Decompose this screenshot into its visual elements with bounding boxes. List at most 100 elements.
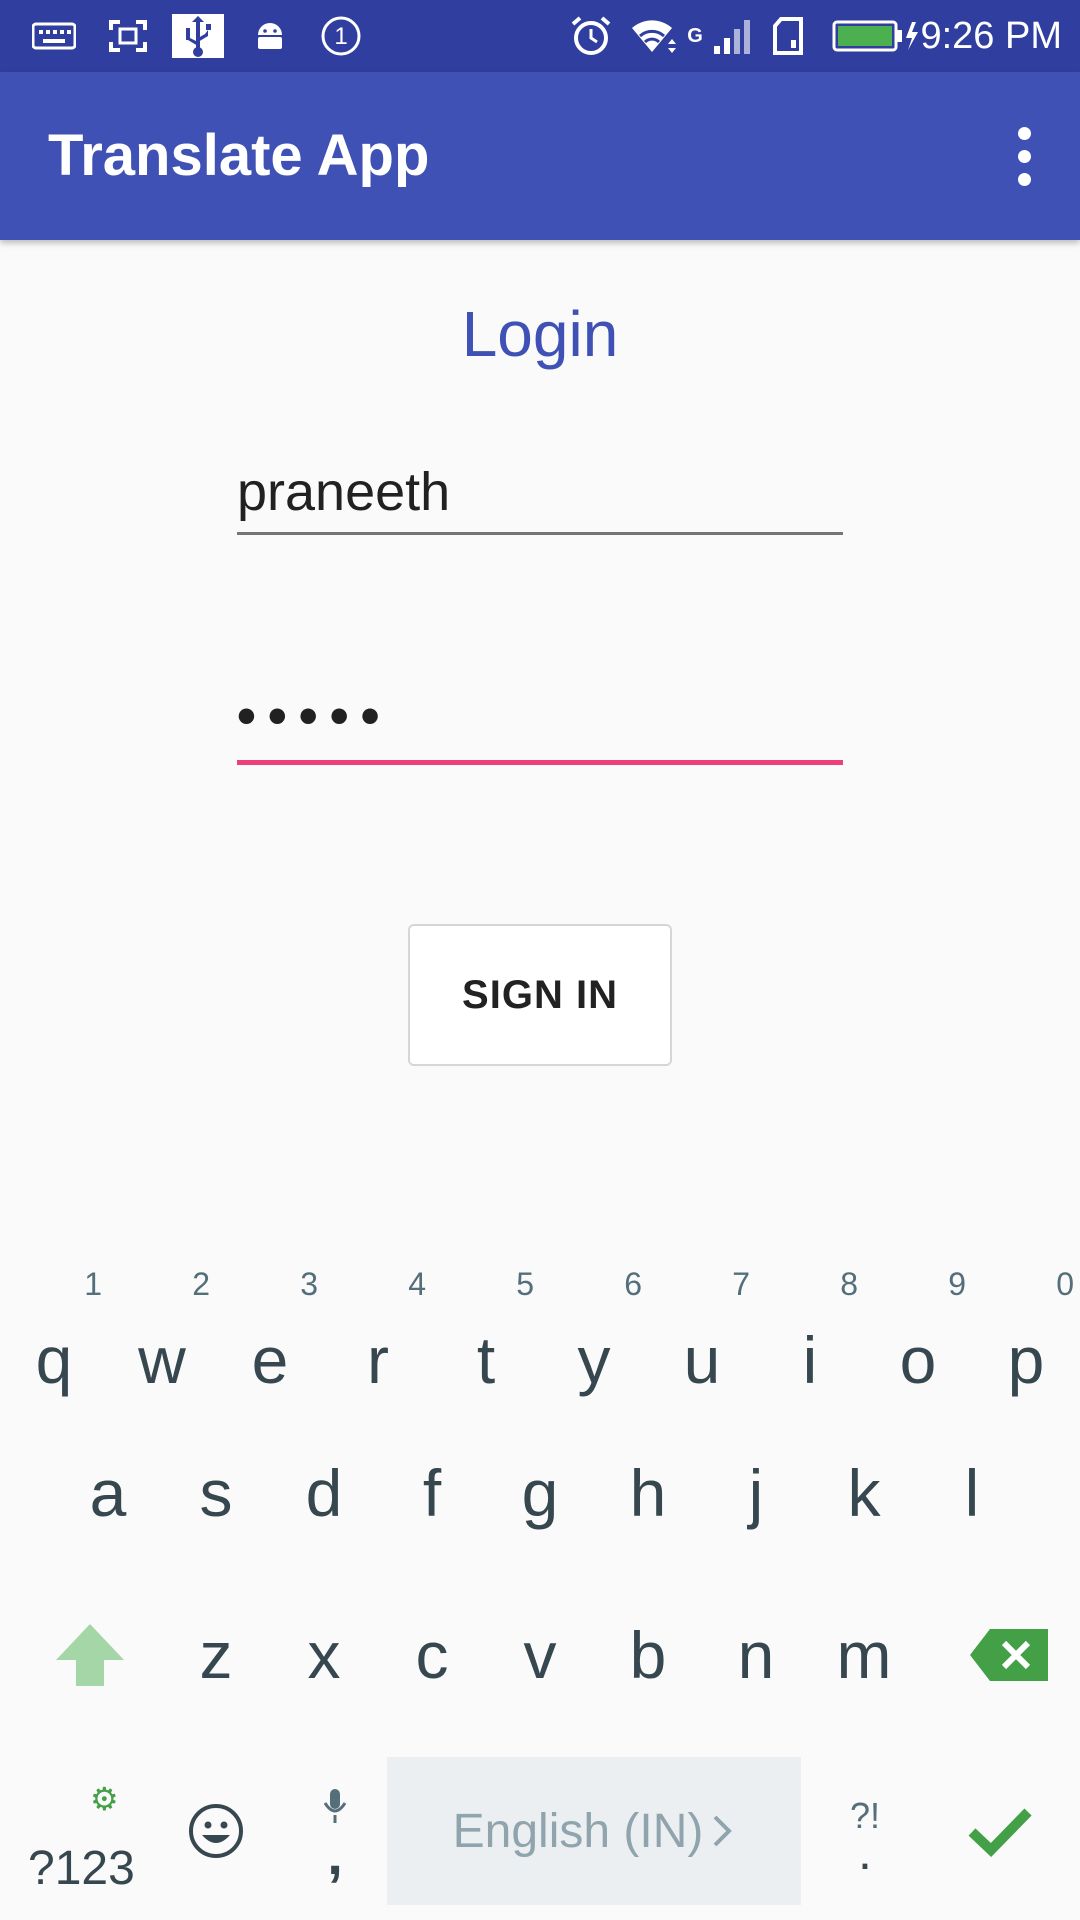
key-letter: p	[1007, 1323, 1045, 1397]
key-hint: 1	[84, 1266, 102, 1302]
key-r[interactable]: 4r	[324, 1252, 432, 1412]
status-time: 9:26 PM	[920, 15, 1062, 57]
key-letter: v	[523, 1618, 557, 1692]
password-underline-focused	[237, 760, 843, 765]
key-letter: k	[847, 1456, 881, 1530]
key-letter: u	[683, 1323, 721, 1397]
key-letter: i	[802, 1323, 818, 1397]
screenshot-icon	[104, 14, 152, 58]
status-bar: 1 G 9:26 PM	[0, 0, 1080, 72]
key-letter: n	[737, 1618, 775, 1692]
comma-key-label: ,	[327, 1823, 343, 1886]
login-title: Login	[461, 298, 619, 370]
emoji-icon[interactable]	[166, 1757, 266, 1905]
shift-icon[interactable]	[30, 1574, 150, 1736]
key-g[interactable]: g	[486, 1412, 594, 1574]
key-letter: e	[251, 1323, 289, 1397]
key-l[interactable]: l	[918, 1412, 1026, 1574]
soft-keyboard: 1q2w3e4r5t6y7u8i9o0p asdfghjkl zxcvbnm ⚙…	[0, 1252, 1080, 1920]
sim-icon	[768, 14, 808, 58]
space-bar[interactable]: English (IN)	[387, 1757, 801, 1905]
username-field[interactable]: praneeth	[237, 456, 843, 536]
key-hint: 8	[840, 1266, 858, 1302]
chevron-right-icon	[713, 1815, 733, 1847]
key-letter: m	[836, 1618, 892, 1692]
key-c[interactable]: c	[378, 1574, 486, 1736]
key-letter: b	[629, 1618, 667, 1692]
comma-key[interactable]: ,	[290, 1757, 380, 1905]
key-letter: s	[199, 1456, 233, 1530]
svg-text:1: 1	[334, 23, 347, 50]
notification-count-icon: 1	[318, 14, 364, 58]
key-letter: c	[415, 1618, 449, 1692]
wifi-icon	[628, 14, 678, 58]
key-k[interactable]: k	[810, 1412, 918, 1574]
key-hint: 0	[1056, 1266, 1074, 1302]
key-letter: q	[35, 1323, 73, 1397]
key-b[interactable]: b	[594, 1574, 702, 1736]
key-letter: y	[577, 1323, 611, 1397]
key-letter: z	[199, 1618, 233, 1692]
key-letter: j	[748, 1456, 764, 1530]
alarm-icon	[568, 14, 614, 58]
app-bar: Translate App	[0, 72, 1080, 240]
app-title: Translate App	[48, 123, 430, 188]
settings-gear-icon: ⚙	[90, 1781, 119, 1817]
overflow-menu-icon[interactable]	[1002, 122, 1046, 190]
key-letter: g	[521, 1456, 559, 1530]
usb-icon	[172, 14, 224, 58]
cellular-signal-icon	[708, 14, 756, 58]
key-letter: x	[307, 1618, 341, 1692]
key-letter: w	[138, 1323, 186, 1397]
key-n[interactable]: n	[702, 1574, 810, 1736]
key-e[interactable]: 3e	[216, 1252, 324, 1412]
key-p[interactable]: 0p	[972, 1252, 1080, 1412]
key-f[interactable]: f	[378, 1412, 486, 1574]
key-m[interactable]: m	[810, 1574, 918, 1736]
key-hint: 6	[624, 1266, 642, 1302]
key-letter: a	[89, 1456, 127, 1530]
key-hint: 9	[948, 1266, 966, 1302]
password-field[interactable]: •••••	[237, 684, 843, 766]
symbols-key[interactable]: ⚙ ?123	[20, 1742, 140, 1912]
symbols-key-label: ?123	[28, 1842, 135, 1895]
key-letter: o	[899, 1323, 937, 1397]
data-type-label: G	[687, 24, 703, 47]
key-o[interactable]: 9o	[864, 1252, 972, 1412]
key-t[interactable]: 5t	[432, 1252, 540, 1412]
key-u[interactable]: 7u	[648, 1252, 756, 1412]
keyboard-icon	[26, 14, 82, 58]
key-letter: f	[422, 1456, 442, 1530]
android-icon	[250, 14, 290, 58]
punctuation-key-bottom: .	[858, 1824, 872, 1880]
key-hint: 5	[516, 1266, 534, 1302]
key-d[interactable]: d	[270, 1412, 378, 1574]
key-w[interactable]: 2w	[108, 1252, 216, 1412]
username-underline	[237, 532, 843, 535]
key-s[interactable]: s	[162, 1412, 270, 1574]
key-i[interactable]: 8i	[756, 1252, 864, 1412]
key-x[interactable]: x	[270, 1574, 378, 1736]
battery-charging-icon	[832, 14, 922, 58]
key-letter: l	[964, 1456, 980, 1530]
key-v[interactable]: v	[486, 1574, 594, 1736]
username-value: praneeth	[237, 462, 451, 522]
space-bar-label: English (IN)	[452, 1804, 704, 1858]
key-letter: d	[305, 1456, 343, 1530]
password-value: •••••	[237, 686, 392, 746]
key-q[interactable]: 1q	[0, 1252, 108, 1412]
microphone-icon	[323, 1789, 347, 1823]
key-z[interactable]: z	[162, 1574, 270, 1736]
key-j[interactable]: j	[702, 1412, 810, 1574]
key-h[interactable]: h	[594, 1412, 702, 1574]
key-letter: t	[476, 1323, 496, 1397]
key-letter: h	[629, 1456, 667, 1530]
backspace-icon[interactable]	[950, 1574, 1070, 1736]
punctuation-key[interactable]: ?! .	[820, 1757, 910, 1905]
key-a[interactable]: a	[54, 1412, 162, 1574]
enter-check-icon[interactable]	[940, 1757, 1060, 1905]
sign-in-button[interactable]: SIGN IN	[408, 924, 672, 1066]
key-hint: 7	[732, 1266, 750, 1302]
key-hint: 3	[300, 1266, 318, 1302]
key-y[interactable]: 6y	[540, 1252, 648, 1412]
